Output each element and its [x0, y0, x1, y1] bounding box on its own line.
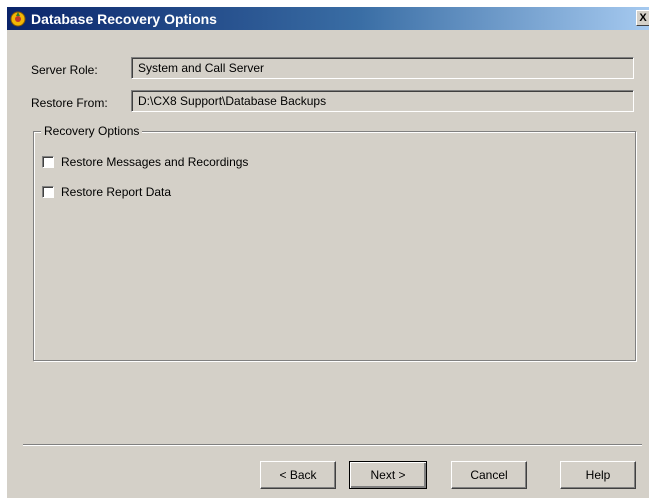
restore-report-checkbox[interactable]: [42, 186, 54, 198]
restore-messages-option[interactable]: Restore Messages and Recordings: [42, 155, 248, 169]
restore-from-label: Restore From:: [31, 96, 108, 110]
cancel-button[interactable]: Cancel: [451, 461, 527, 489]
restore-report-option[interactable]: Restore Report Data: [42, 185, 171, 199]
recovery-options-legend: Recovery Options: [41, 124, 143, 138]
restore-report-label: Restore Report Data: [61, 185, 172, 199]
server-role-label: Server Role:: [31, 63, 98, 77]
help-button[interactable]: Help: [560, 461, 636, 489]
next-button[interactable]: Next >: [349, 461, 427, 489]
window-title: Database Recovery Options: [31, 10, 217, 27]
close-icon[interactable]: X: [636, 10, 649, 26]
database-recovery-icon: [9, 10, 27, 28]
dialog-window: Database Recovery Options X Server Role:…: [6, 6, 649, 498]
back-button[interactable]: < Back: [260, 461, 336, 489]
restore-messages-label: Restore Messages and Recordings: [61, 155, 249, 169]
title-bar[interactable]: Database Recovery Options X: [7, 7, 649, 30]
restore-from-field: D:\CX8 Support\Database Backups: [131, 90, 634, 112]
restore-messages-checkbox[interactable]: [42, 156, 54, 168]
button-separator: [23, 444, 642, 446]
server-role-field: System and Call Server: [131, 57, 634, 79]
